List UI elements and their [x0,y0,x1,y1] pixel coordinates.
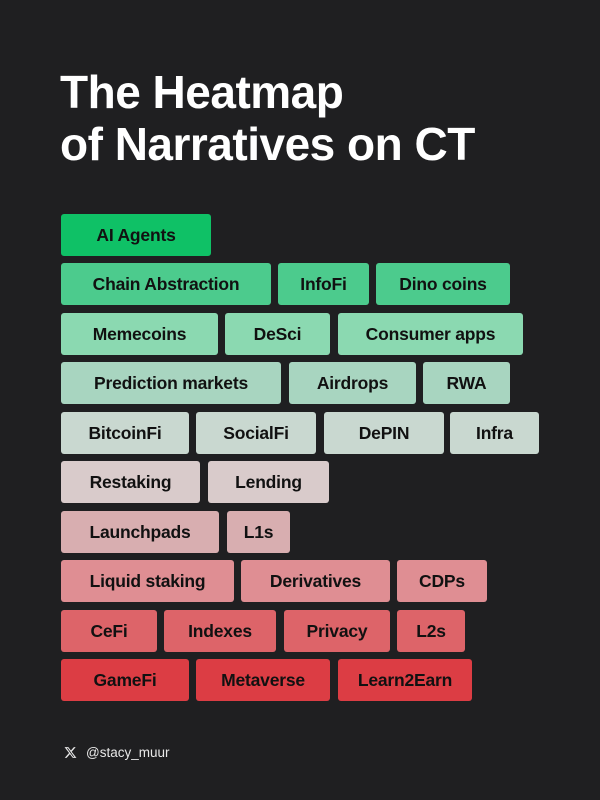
narrative-tag-infofi: InfoFi [278,263,369,305]
title-line-2: of Narratives on CT [60,118,475,170]
narrative-tag-indexes: Indexes [164,610,276,652]
narrative-tag-bitcoinfi: BitcoinFi [61,412,189,454]
page-title: The Heatmap of Narratives on CT [60,66,475,170]
narrative-tag-rwa: RWA [423,362,510,404]
narrative-tag-metaverse: Metaverse [196,659,330,701]
title-line-1: The Heatmap [60,66,344,118]
narrative-tag-launchpads: Launchpads [61,511,219,553]
narrative-tag-l2s: L2s [397,610,465,652]
narrative-tag-derivatives: Derivatives [241,560,390,602]
narrative-tag-depin: DePIN [324,412,444,454]
narrative-tag-chain-abstraction: Chain Abstraction [61,263,271,305]
narrative-tag-gamefi: GameFi [61,659,189,701]
narrative-tag-ai-agents: AI Agents [61,214,211,256]
narrative-tag-prediction-markets: Prediction markets [61,362,281,404]
narrative-tag-memecoins: Memecoins [61,313,218,355]
narrative-tag-dino-coins: Dino coins [376,263,510,305]
narrative-tag-cefi: CeFi [61,610,157,652]
narrative-tag-privacy: Privacy [284,610,390,652]
narrative-tag-airdrops: Airdrops [289,362,416,404]
author-handle: @stacy_muur [86,744,170,760]
narrative-tag-restaking: Restaking [61,461,200,503]
narrative-tag-socialfi: SocialFi [196,412,316,454]
narrative-tag-learn2earn: Learn2Earn [338,659,472,701]
narrative-tag-consumer-apps: Consumer apps [338,313,523,355]
narrative-tag-l1s: L1s [227,511,290,553]
narrative-tag-liquid-staking: Liquid staking [61,560,234,602]
narrative-tag-lending: Lending [208,461,329,503]
narrative-tag-infra: Infra [450,412,539,454]
author-credit: @stacy_muur [62,744,169,760]
narrative-tag-cdps: CDPs [397,560,487,602]
narrative-tag-desci: DeSci [225,313,330,355]
x-logo-icon [62,744,78,760]
